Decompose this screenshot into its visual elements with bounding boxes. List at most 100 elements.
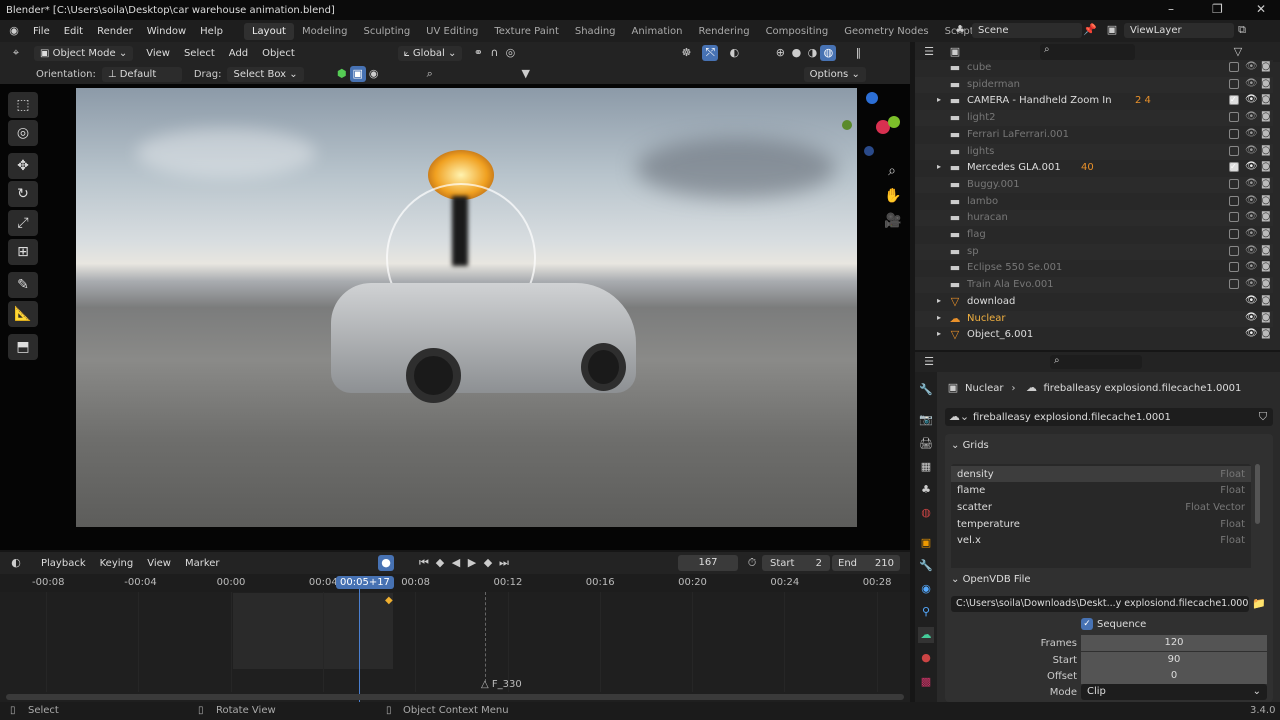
tab-compositing[interactable]: Compositing (758, 23, 837, 40)
outliner-row[interactable]: ▬ lights 👁 ◙ (915, 143, 1273, 160)
outliner-row[interactable]: ▬ spiderman 👁 ◙ (915, 76, 1273, 93)
eye-icon[interactable]: 👁 (1245, 111, 1258, 122)
outliner-row[interactable]: ▬ Ferrari LaFerrari.001 👁 ◙ (915, 126, 1273, 143)
timeline-menu-keying[interactable]: Keying (93, 558, 141, 569)
tab-texture-paint[interactable]: Texture Paint (486, 23, 567, 40)
maximize-button[interactable]: ❐ (1212, 2, 1223, 16)
viewport-menu-add[interactable]: Add (222, 48, 255, 59)
current-frame-field[interactable]: 167 (678, 555, 738, 571)
view-layer-tab-icon[interactable]: ▦ (918, 459, 934, 475)
pause-render-icon[interactable]: ‖ (850, 45, 866, 61)
next-keyframe-icon[interactable]: ◆ (480, 555, 496, 571)
editor-type-icon[interactable]: ⌖ (8, 45, 24, 61)
eye-icon[interactable]: 👁 (1245, 178, 1258, 189)
exclude-checkbox[interactable]: ✓ (1229, 162, 1239, 173)
navigation-gizmo[interactable] (842, 92, 900, 158)
outliner-row[interactable]: ▸ ▽ download 👁 ◙ (915, 293, 1273, 310)
eye-icon[interactable]: 👁 (1245, 278, 1258, 289)
outliner-item-name[interactable]: download (967, 296, 1015, 307)
pin-icon[interactable]: 📌 (1082, 22, 1098, 38)
exclude-checkbox[interactable] (1229, 245, 1239, 256)
eye-icon[interactable]: 👁 (1245, 211, 1258, 222)
material-tab-icon[interactable]: ● (918, 650, 934, 666)
mode-dropdown[interactable]: Clip ⌄ (1081, 684, 1267, 700)
volume-data-tab-icon[interactable]: ☁ (918, 627, 934, 643)
rendered-shading-icon[interactable]: ◍ (820, 45, 837, 61)
expand-arrow-icon[interactable]: ▸ (937, 329, 941, 338)
material-shading-icon[interactable]: ◑ (804, 45, 820, 61)
axis-z[interactable] (866, 92, 878, 104)
outliner-item-name[interactable]: lights (967, 146, 994, 157)
cursor-tool[interactable]: ◎ (8, 120, 38, 146)
camera-render-icon[interactable]: ◙ (1261, 145, 1271, 156)
camera-render-icon[interactable]: ◙ (1261, 128, 1271, 139)
outliner-item-name[interactable]: CAMERA - Handheld Zoom In (967, 95, 1112, 106)
openvdb-panel-header[interactable]: ⌄ OpenVDB File (945, 568, 1273, 590)
exclude-checkbox[interactable] (1229, 145, 1239, 156)
filepath-input[interactable]: C:\Users\soila\Downloads\Deskt...y explo… (951, 596, 1249, 612)
camera-render-icon[interactable]: ◙ (1261, 228, 1271, 239)
outliner-item-name[interactable]: Eclipse 550 Se.001 (967, 262, 1062, 273)
playhead-line[interactable] (359, 577, 360, 702)
outliner-item-name[interactable]: Train Ala Evo.001 (967, 279, 1054, 290)
physics-tab-icon[interactable]: ◉ (918, 581, 934, 597)
tab-uv-editing[interactable]: UV Editing (418, 23, 486, 40)
timeline-scrollbar[interactable] (6, 694, 904, 700)
outliner-row[interactable]: ▬ huracan 👁 ◙ (915, 210, 1273, 227)
scene-selector[interactable]: Scene (972, 22, 1082, 38)
camera-render-icon[interactable]: ◙ (1261, 211, 1271, 222)
measure-tool[interactable]: 📐 (8, 301, 38, 327)
grid-item[interactable]: flame Float (951, 483, 1251, 499)
expand-arrow-icon[interactable]: ▸ (937, 296, 941, 305)
eye-icon[interactable]: 👁 (1245, 94, 1258, 105)
editor-type-icon[interactable]: ☰ (921, 354, 937, 370)
expand-arrow-icon[interactable]: ▸ (937, 313, 941, 322)
view-layer-selector[interactable]: ViewLayer (1124, 22, 1234, 38)
camera-render-icon[interactable]: ◙ (1261, 245, 1271, 256)
jump-start-icon[interactable]: ⏮ (416, 555, 432, 571)
fake-user-icon[interactable]: ⛉ (1255, 409, 1271, 425)
eye-icon[interactable]: 👁 (1245, 195, 1258, 206)
outliner-item-name[interactable]: cube (967, 62, 991, 73)
eye-icon[interactable]: 👁 (1245, 312, 1258, 323)
outliner-item-name[interactable]: Mercedes GLA.001 (967, 162, 1061, 173)
eye-icon[interactable]: 👁 (1245, 128, 1258, 139)
properties-search-input[interactable]: ⌕ (1050, 355, 1142, 369)
exclude-checkbox[interactable] (1229, 62, 1239, 72)
expand-arrow-icon[interactable]: ▸ (937, 95, 941, 104)
expand-arrow-icon[interactable]: ▸ (937, 162, 941, 171)
eye-icon[interactable]: 👁 (1245, 161, 1258, 172)
filter-icon[interactable]: ▽ (1230, 44, 1246, 60)
outliner-item-name[interactable]: sp (967, 246, 979, 257)
timeline-menu-marker[interactable]: Marker (178, 558, 227, 569)
outliner-item-name[interactable]: spiderman (967, 79, 1020, 90)
outliner-row[interactable]: ▬ Buggy.001 👁 ◙ (915, 176, 1273, 193)
gizmo-icon[interactable]: ⤲ (702, 45, 719, 61)
outliner-item-name[interactable]: Object_6.001 (967, 329, 1033, 340)
outliner-row[interactable]: ▸ ☁ Nuclear 👁 ◙ (915, 310, 1273, 327)
tab-sculpting[interactable]: Sculpting (355, 23, 418, 40)
axis-y[interactable] (888, 116, 900, 128)
sphere-icon[interactable]: ◉ (366, 66, 382, 82)
stopwatch-icon[interactable]: ⏱ (744, 555, 760, 571)
menu-render[interactable]: Render (90, 26, 140, 37)
options-button[interactable]: Options ⌄ (803, 66, 866, 82)
add-cube-tool[interactable]: ⬒ (8, 334, 38, 360)
transform-tool[interactable]: ⊞ (8, 239, 38, 265)
search-icon[interactable]: ⌕ (422, 66, 438, 82)
output-tab-icon[interactable]: 🖨 (918, 436, 934, 452)
prev-keyframe-icon[interactable]: ◆ (432, 555, 448, 571)
eye-icon[interactable]: 👁 (1245, 145, 1258, 156)
transform-orientation[interactable]: ⟀ Global ⌄ (397, 45, 463, 61)
grids-panel-header[interactable]: ⌄ Grids (945, 434, 1273, 456)
playhead-label[interactable]: 00:05+17 (336, 576, 394, 589)
eye-icon[interactable]: 👁 (1245, 261, 1258, 272)
blender-logo-icon[interactable]: ◉ (6, 23, 22, 39)
grids-scrollbar[interactable] (1255, 464, 1260, 524)
tab-shading[interactable]: Shading (567, 23, 624, 40)
outliner-item-name[interactable]: huracan (967, 212, 1008, 223)
texture-tab-icon[interactable]: ▩ (918, 674, 934, 690)
timeline-menu-view[interactable]: View (140, 558, 178, 569)
start-frame-field[interactable]: Start 2 (762, 555, 830, 571)
grid-item[interactable]: scatter Float Vector (951, 499, 1251, 515)
